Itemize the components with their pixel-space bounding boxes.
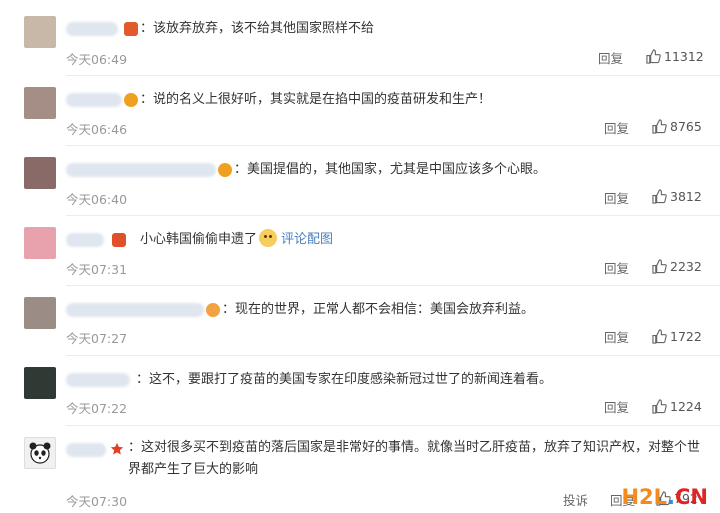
like-count: 3812 xyxy=(670,189,702,204)
reply-button[interactable]: 回复 xyxy=(604,258,629,277)
reply-button[interactable]: 回复 xyxy=(598,48,623,67)
thumbs-up-icon xyxy=(652,119,667,134)
badge-icon xyxy=(218,163,232,177)
avatar[interactable] xyxy=(24,437,56,469)
username-blurred[interactable] xyxy=(66,163,216,177)
comment-image-link[interactable]: 评论配图 xyxy=(281,232,333,247)
vip-badge-icon xyxy=(124,22,138,36)
watermark-part: H2L xyxy=(621,485,668,509)
thumbs-up-icon xyxy=(652,259,667,274)
comment-list: ：该放弃放弃，该不给其他国家照样不给 今天06:49 回复 11312 ：说的名… xyxy=(0,0,720,513)
like-button[interactable]: 1224 xyxy=(652,399,702,414)
comment-text: ：该放弃放弃，该不给其他国家照样不给 xyxy=(140,21,375,36)
comment-text: ：这不，要跟打了疫苗的美国专家在印度感染新冠过世了的新闻连着看。 xyxy=(136,372,553,387)
watermark-logo: H2L.CN xyxy=(621,485,708,509)
comment-time: 今天06:49 xyxy=(66,52,128,67)
comment-text-body: 小心韩国偷偷申遗了 xyxy=(140,232,258,247)
avatar[interactable] xyxy=(24,87,56,119)
comment-time: 今天07:22 xyxy=(66,401,128,416)
thumbs-up-icon xyxy=(652,329,667,344)
reply-button[interactable]: 回复 xyxy=(604,188,629,207)
watermark-part: . xyxy=(667,485,675,509)
avatar[interactable] xyxy=(24,157,56,189)
thumbs-up-icon xyxy=(652,399,667,414)
like-count: 11312 xyxy=(664,49,704,64)
comment-time: 今天07:27 xyxy=(66,331,128,346)
like-count: 1224 xyxy=(670,399,702,414)
comment-text: 小心韩国偷偷申遗了 评论配图 xyxy=(140,229,333,251)
username-blurred[interactable] xyxy=(66,373,130,387)
divider xyxy=(66,215,720,216)
comment-time: 今天06:46 xyxy=(66,122,128,137)
username-blurred[interactable] xyxy=(66,233,104,247)
avatar[interactable] xyxy=(24,367,56,399)
avatar[interactable] xyxy=(24,297,56,329)
divider xyxy=(66,355,720,356)
like-count: 2232 xyxy=(670,259,702,274)
like-button[interactable]: 8765 xyxy=(652,119,702,134)
like-button[interactable]: 11312 xyxy=(646,49,704,64)
like-count: 1722 xyxy=(670,329,702,344)
like-button[interactable]: 3812 xyxy=(652,189,702,204)
username-blurred[interactable] xyxy=(66,93,122,107)
badge-icon xyxy=(124,93,138,107)
star-badge-icon xyxy=(110,442,124,455)
badge-icon xyxy=(112,233,126,247)
comment-time: 今天06:40 xyxy=(66,192,128,207)
divider xyxy=(66,285,720,286)
thumbs-up-icon xyxy=(652,189,667,204)
comment-text: ：说的名义上很好听，其实就是在掐中国的疫苗研发和生产！ xyxy=(140,92,492,107)
panda-avatar-icon xyxy=(29,442,51,464)
divider xyxy=(66,425,720,426)
avatar[interactable] xyxy=(24,227,56,259)
divider xyxy=(66,75,720,76)
report-button[interactable]: 投诉 xyxy=(563,490,588,509)
avatar[interactable] xyxy=(24,16,56,48)
reply-button[interactable]: 回复 xyxy=(604,118,629,137)
thumbs-up-icon xyxy=(646,49,661,64)
username-blurred[interactable] xyxy=(66,303,204,317)
comment-time: 今天07:31 xyxy=(66,262,128,277)
like-count: 8765 xyxy=(670,119,702,134)
comment-time: 今天07:30 xyxy=(66,494,128,509)
like-button[interactable]: 2232 xyxy=(652,259,702,274)
username-blurred[interactable] xyxy=(66,443,106,457)
username-blurred[interactable] xyxy=(66,22,118,36)
like-button[interactable]: 1722 xyxy=(652,329,702,344)
reply-button[interactable]: 回复 xyxy=(604,327,629,346)
divider xyxy=(66,145,720,146)
comment-text: ：现在的世界，正常人都不会相信：美国会放弃利益。 xyxy=(222,302,535,317)
comment-text: ：这对很多买不到疫苗的落后国家是非常好的事情。就像当时乙肝疫苗，放弃了知识产权，… xyxy=(128,440,701,477)
badge-icon xyxy=(206,303,220,317)
comment-text: ：美国提倡的，其他国家，尤其是中国应该多个心眼。 xyxy=(234,162,547,177)
watermark-part: CN xyxy=(675,485,708,509)
smiley-emoji-icon xyxy=(259,229,278,247)
reply-button[interactable]: 回复 xyxy=(604,397,629,416)
